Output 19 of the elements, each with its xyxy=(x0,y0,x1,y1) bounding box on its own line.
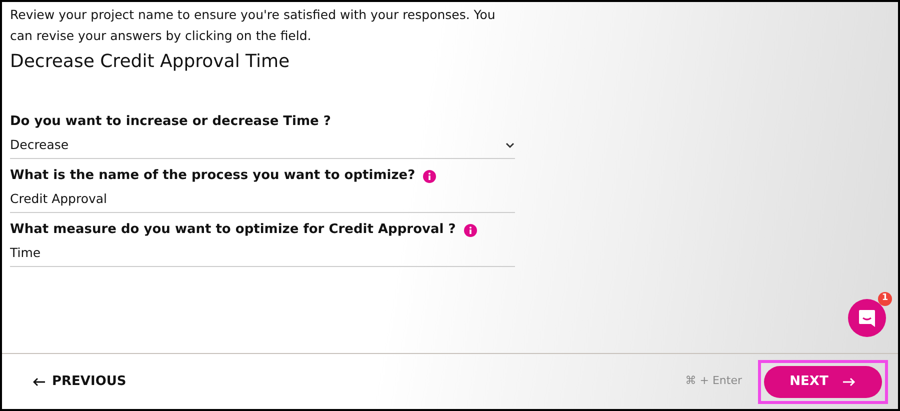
chat-button[interactable] xyxy=(848,299,886,337)
shortcut-hint: ⌘ + Enter xyxy=(685,373,742,390)
input-field[interactable]: Time xyxy=(10,243,515,267)
arrow-right-icon xyxy=(842,376,856,386)
question-label: Do you want to increase or decrease Time ? xyxy=(10,113,331,132)
question-label: What is the name of the process you want to optimize? xyxy=(10,167,416,186)
chat-bubble-icon xyxy=(857,308,877,328)
next-button[interactable]: NEXT xyxy=(764,366,882,398)
chevron-down-icon xyxy=(505,142,515,148)
dropdown-field[interactable]: Decrease xyxy=(10,135,515,159)
question-label: What measure do you want to optimize for Credit Approval ? xyxy=(10,221,456,240)
intro-text: Review your project name to ensure you're satisfied with your responses. You can revise your answers by clicking on the field. xyxy=(10,6,496,45)
info-icon[interactable] xyxy=(464,224,477,236)
project-title: Decrease Credit Approval Time xyxy=(10,50,291,74)
notification-badge: 1 xyxy=(878,292,892,306)
input-field[interactable]: Credit Approval xyxy=(10,189,515,213)
previous-button[interactable]: PREVIOUS xyxy=(32,372,126,392)
arrow-left-icon xyxy=(32,376,46,386)
info-icon[interactable] xyxy=(423,170,436,182)
